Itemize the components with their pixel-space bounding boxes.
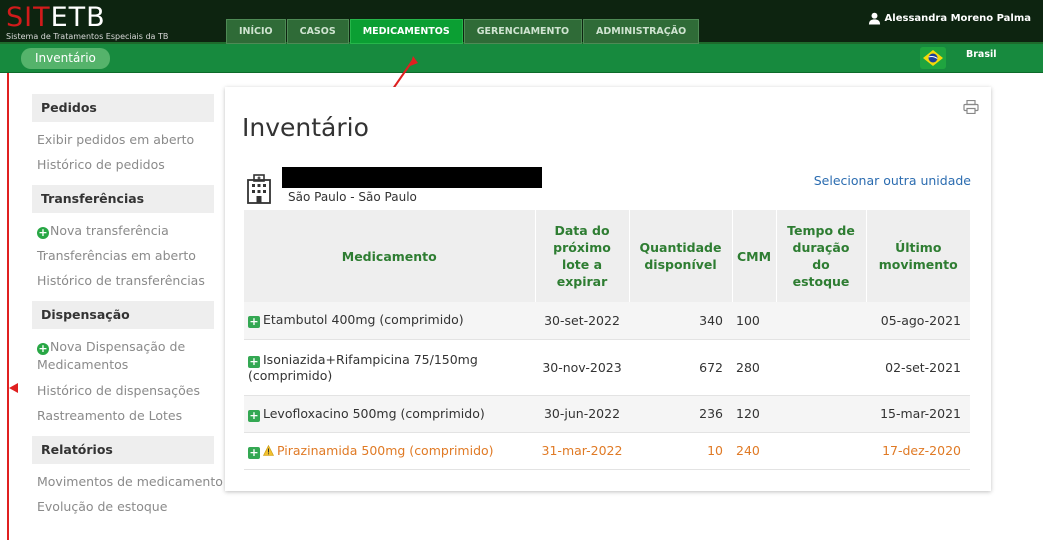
table-row[interactable]: + Levofloxacino 500mg (comprimido) 30-jun… <box>244 395 970 433</box>
cell-ultimo: 15-mar-2021 <box>866 395 970 433</box>
cell-ultimo: 17-dez-2020 <box>866 432 970 470</box>
column-header-quantidade: Quantidade disponível <box>629 210 733 302</box>
sidebar-heading: Pedidos <box>32 94 214 122</box>
sidebar-item-transferencias-abertas[interactable]: Transferências em aberto <box>32 243 214 268</box>
table-header-row: Medicamento Data do próximo lote a expir… <box>244 210 970 302</box>
cell-ultimo: 05-ago-2021 <box>866 302 970 340</box>
cell-medicamento: + Levofloxacino 500mg (comprimido) <box>244 395 535 433</box>
expand-icon[interactable]: + <box>248 355 260 368</box>
cell-tempo <box>776 302 866 340</box>
redacted-unit-name <box>282 167 542 188</box>
cell-medicamento: + Pirazinamida 500mg (comprimido) <box>244 432 535 470</box>
table-row[interactable]: + Isoniazida+Rifampicina 75/150mg (compri… <box>244 339 970 396</box>
sidebar-item-movimentos[interactable]: Movimentos de medicamento <box>32 469 223 494</box>
printer-icon[interactable] <box>963 100 979 114</box>
cell-tempo <box>776 432 866 470</box>
page-title: Inventário <box>242 113 369 142</box>
cell-data: 31-mar-2022 <box>535 432 629 470</box>
sidebar-section-transferencias: Transferências + Nova transferência Trans… <box>32 185 214 293</box>
cell-quantidade: 672 <box>629 339 732 396</box>
cell-ultimo: 02-set-2021 <box>866 339 970 396</box>
sidebar-item-historico-dispensacoes[interactable]: Histórico de dispensações <box>32 378 214 403</box>
sidebar-heading: Dispensação <box>32 301 214 329</box>
table-row[interactable]: + Pirazinamida 500mg (comprimido) 31-mar-… <box>244 432 970 470</box>
sidebar-item-historico-transferencias[interactable]: Histórico de transferências <box>32 268 214 293</box>
sidebar-item-evolucao-estoque[interactable]: Evolução de estoque <box>32 494 214 519</box>
sidebar-item-label: Nova Dispensação de Medicamentos <box>37 339 186 372</box>
sidebar-heading: Transferências <box>32 185 214 213</box>
sidebar-item-exibir-pedidos[interactable]: Exibir pedidos em aberto <box>32 127 214 152</box>
sidebar-item-nova-dispensacao[interactable]: + Nova Dispensação de Medicamentos <box>32 334 214 378</box>
cell-cmm: 120 <box>732 395 776 433</box>
cell-cmm: 240 <box>732 432 776 470</box>
cell-tempo <box>776 339 866 396</box>
cell-cmm: 280 <box>732 339 776 396</box>
sidebar-item-nova-transferencia[interactable]: + Nova transferência <box>32 218 214 243</box>
sidebar-item-historico-pedidos[interactable]: Histórico de pedidos <box>32 152 214 177</box>
inventory-panel: Inventário São Paulo - São Paulo Selecio… <box>225 87 991 491</box>
sidebar-section-relatorios: Relatórios Movimentos de medicamento Evo… <box>32 436 223 519</box>
cell-quantidade: 10 <box>629 432 732 470</box>
cell-quantidade: 340 <box>629 302 732 340</box>
sidebar-item-rastreamento-lotes[interactable]: Rastreamento de Lotes <box>32 403 214 428</box>
expand-icon[interactable]: + <box>248 316 260 329</box>
cell-data: 30-jun-2022 <box>535 395 629 433</box>
column-header-cmm: CMM <box>732 210 777 302</box>
column-header-tempo-duracao: Tempo de duração do estoque <box>776 210 867 302</box>
add-circle-icon: + <box>37 342 49 355</box>
column-header-ultimo-movimento: Último movimento <box>866 210 970 302</box>
expand-icon[interactable]: + <box>248 409 260 422</box>
sidebar-heading: Relatórios <box>32 436 214 464</box>
building-icon <box>247 174 271 204</box>
sidebar: Pedidos Exibir pedidos em aberto Históri… <box>32 94 223 527</box>
cell-cmm: 100 <box>732 302 776 340</box>
add-circle-icon: + <box>37 226 49 239</box>
sidebar-section-dispensacao: Dispensação + Nova Dispensação de Medicam… <box>32 301 214 428</box>
column-header-data-proximo-lote: Data do próximo lote a expirar <box>535 210 630 302</box>
sidebar-section-pedidos: Pedidos Exibir pedidos em aberto Históri… <box>32 94 214 177</box>
select-other-unit-link[interactable]: Selecionar outra unidade <box>814 173 971 188</box>
expand-icon[interactable]: + <box>248 446 260 459</box>
warning-icon <box>263 444 274 456</box>
cell-data: 30-nov-2023 <box>535 339 629 396</box>
sidebar-item-label: Nova transferência <box>50 223 169 238</box>
table-row[interactable]: + Etambutol 400mg (comprimido) 30-set-202… <box>244 302 970 340</box>
cell-medicamento: + Etambutol 400mg (comprimido) <box>244 302 535 340</box>
cell-medicamento: + Isoniazida+Rifampicina 75/150mg (compri… <box>244 339 535 396</box>
inventory-table: Medicamento Data do próximo lote a expir… <box>244 210 970 470</box>
cell-tempo <box>776 395 866 433</box>
page: SITETB Sistema de Tratamentos Especiais … <box>0 0 1043 540</box>
cell-data: 30-set-2022 <box>535 302 629 340</box>
cell-quantidade: 236 <box>629 395 732 433</box>
column-header-medicamento: Medicamento <box>244 210 536 302</box>
unit-location: São Paulo - São Paulo <box>288 190 417 204</box>
